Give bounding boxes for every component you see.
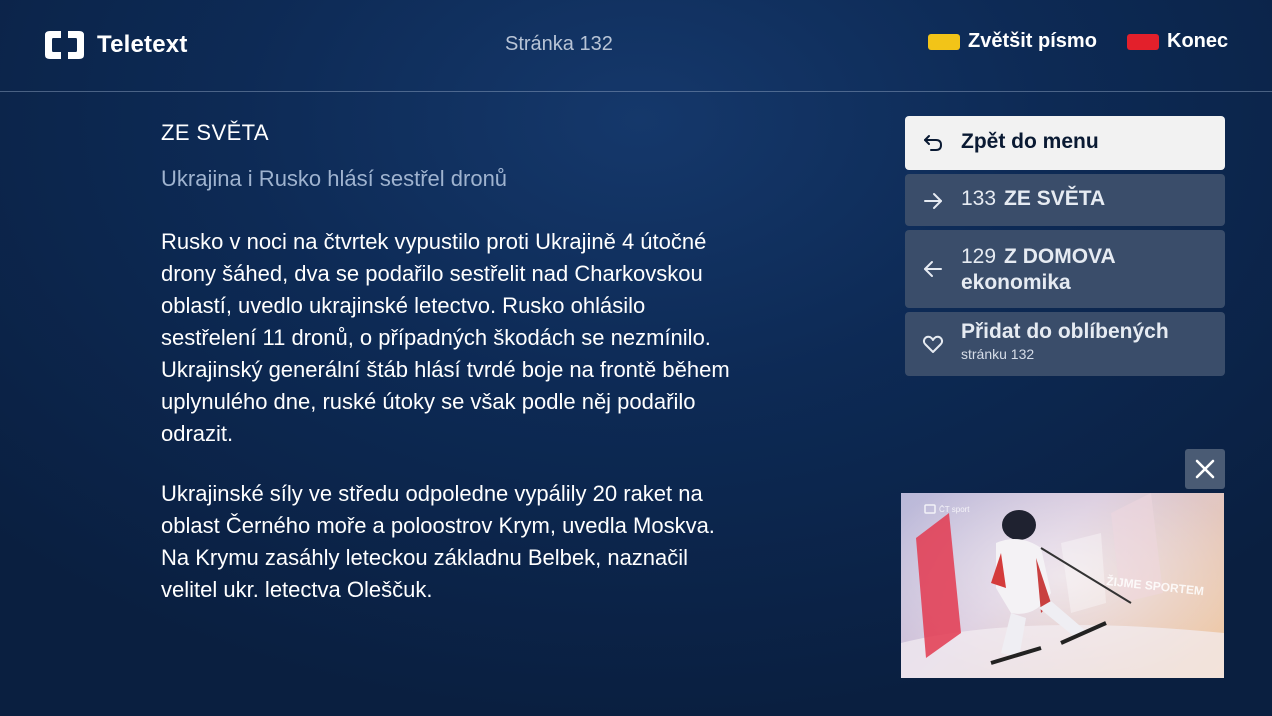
section-title: ZE SVĚTA	[161, 120, 269, 145]
next-page-number: 133	[961, 187, 997, 210]
channel-watermark: ČT sport	[939, 505, 970, 514]
article-headline: Ukrajina i Rusko hlásí sestřel dronů	[161, 166, 508, 191]
prev-page-number: 129	[961, 245, 997, 268]
enlarge-font-button[interactable]: Zvětšit písmo	[928, 30, 1097, 53]
yellow-key-icon	[928, 33, 960, 50]
video-preview[interactable]: ČT sport ŽIJME SPORTEM	[901, 493, 1224, 678]
prev-page-sublabel: ekonomika	[961, 271, 1071, 294]
return-arrow-icon	[924, 135, 942, 151]
enlarge-font-label: Zvětšit písmo	[968, 30, 1097, 52]
next-page-button[interactable]: 133 ZE SVĚTA	[905, 174, 1225, 226]
close-video-button[interactable]	[1185, 449, 1225, 489]
red-key-icon	[1127, 33, 1159, 50]
add-to-favorites-button[interactable]: Přidat do oblíbených stránku 132	[905, 312, 1225, 376]
prev-page-label: Z DOMOVA	[1004, 245, 1116, 268]
next-page-label: ZE SVĚTA	[1004, 187, 1106, 210]
back-to-menu-button[interactable]: Zpět do menu	[905, 116, 1225, 170]
arrow-left-icon	[924, 261, 942, 277]
add-to-favorites-sublabel: stránku 132	[961, 346, 1035, 362]
article-paragraph: Ukrajinské síly ve středu odpoledne vypá…	[161, 481, 715, 602]
ct-logo-icon	[45, 31, 84, 59]
skier-video-frame: ČT sport ŽIJME SPORTEM	[901, 493, 1224, 678]
article-paragraph: Rusko v noci na čtvrtek vypustilo proti …	[161, 229, 730, 446]
page-number-label: Stránka 132	[505, 33, 613, 55]
exit-button[interactable]: Konec	[1127, 30, 1228, 53]
close-icon	[1195, 459, 1215, 479]
teletext-logo: Teletext	[41, 29, 188, 61]
header-bar: Teletext Stránka 132 Zvětšit písmo Konec	[0, 0, 1272, 92]
exit-label: Konec	[1167, 30, 1229, 52]
previous-page-button[interactable]: 129 Z DOMOVA ekonomika	[905, 230, 1225, 308]
heart-icon	[922, 335, 944, 353]
article: ZE SVĚTA Ukrajina i Rusko hlásí sestřel …	[161, 120, 741, 606]
app-title: Teletext	[97, 31, 188, 58]
add-to-favorites-label: Přidat do oblíbených	[961, 320, 1169, 343]
arrow-right-icon	[924, 193, 942, 209]
navigation-menu: Zpět do menu 133 ZE SVĚTA 129 Z DOMOVA eko…	[905, 116, 1225, 380]
back-to-menu-label: Zpět do menu	[961, 130, 1099, 153]
